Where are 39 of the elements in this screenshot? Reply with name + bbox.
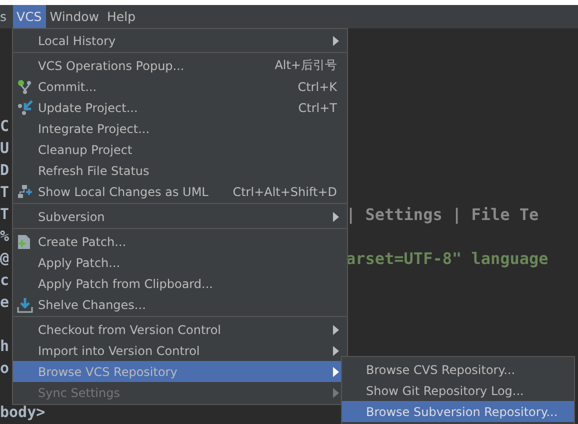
code-text: body> [0, 403, 46, 421]
menu-item[interactable]: Create Patch... [13, 231, 347, 252]
menu-item[interactable]: Refresh File Status [13, 160, 347, 181]
menu-item[interactable]: Local History [13, 30, 347, 51]
menu-bar-item[interactable]: VCS [12, 5, 46, 28]
menu-bar-item[interactable]: Window [46, 5, 104, 28]
menu-item[interactable]: Import into Version Control [13, 340, 347, 361]
menu-bar-item[interactable]: s [0, 5, 13, 28]
code-text: % [0, 227, 10, 245]
code-text: D [0, 161, 10, 179]
code-text: o [0, 359, 10, 377]
code-text: T [0, 205, 10, 223]
menu-item[interactable]: Apply Patch from Clipboard... [13, 273, 347, 294]
download-icon [17, 296, 33, 312]
code-text: | Settings | File Te [346, 205, 539, 226]
update-icon [17, 100, 33, 116]
code-text: T [0, 183, 10, 201]
code-text: U [0, 139, 10, 157]
diagram-icon [17, 184, 33, 200]
menu-item[interactable]: Update Project... Ctrl+T [13, 97, 347, 118]
menu-item[interactable]: Browse Subversion Repository... [342, 401, 574, 422]
menu-item[interactable]: Apply Patch... [13, 252, 347, 273]
menu-item[interactable]: Integrate Project... [13, 118, 347, 139]
code-text: @ [0, 249, 10, 267]
code-text: arset=UTF-8" language [346, 249, 548, 270]
menu-item[interactable]: Checkout from Version Control [13, 319, 347, 340]
menu-bar-item[interactable]: Help [103, 5, 140, 28]
code-text: e [0, 293, 10, 311]
menu-item[interactable]: VCS Operations Popup... Alt+后引号 [13, 55, 347, 76]
code-text: h [0, 337, 10, 355]
menu-item[interactable]: Cleanup Project [13, 139, 347, 160]
branch-icon [17, 78, 33, 94]
menu-item[interactable]: Commit... Ctrl+K [13, 76, 347, 97]
menu-item[interactable]: Subversion [13, 206, 347, 227]
code-text: C [0, 117, 10, 135]
code-text: c [0, 271, 10, 289]
menu-item[interactable]: Show Local Changes as UML Ctrl+Alt+Shift+D [13, 181, 347, 202]
file-add-icon [17, 234, 31, 250]
menu-item[interactable]: Shelve Changes... [13, 294, 347, 315]
